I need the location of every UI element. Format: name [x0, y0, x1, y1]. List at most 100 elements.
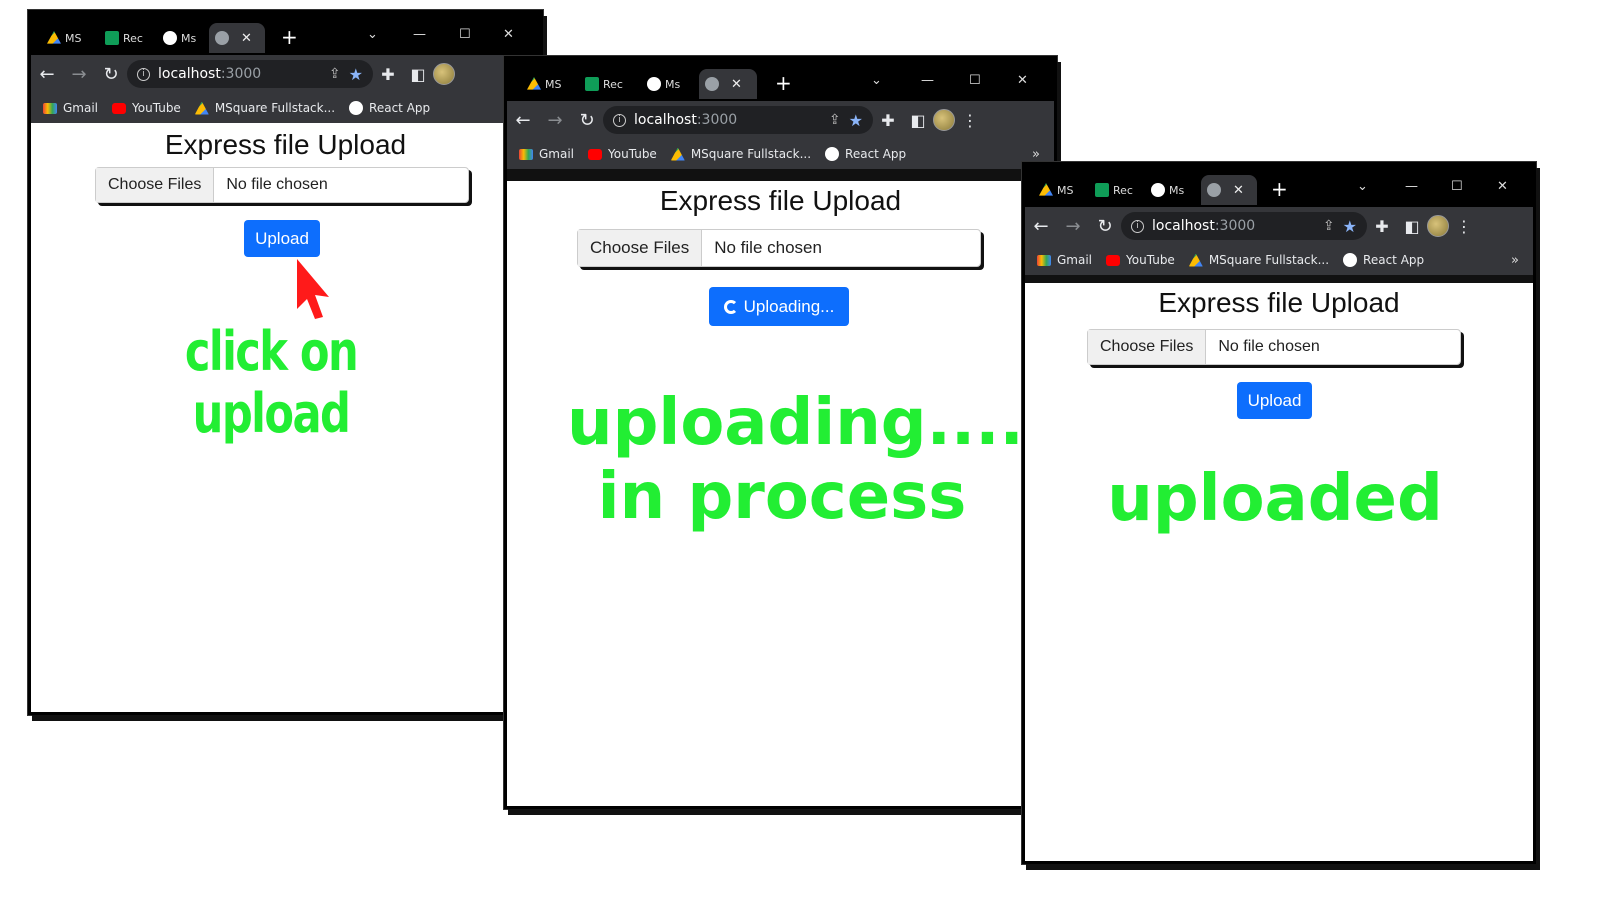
choose-files-button[interactable]: Choose Files [578, 230, 703, 266]
share-icon[interactable]: ⇪ [829, 112, 841, 128]
close-tab-icon[interactable]: ✕ [1233, 183, 1244, 198]
page-content: Express file Upload Choose Files No file… [31, 123, 540, 712]
tab-search-icon[interactable]: ⌄ [367, 27, 378, 42]
address-bar[interactable]: i localhost:3000 ⇪ ★ [603, 106, 873, 134]
bookmark-star-icon[interactable]: ★ [349, 65, 363, 84]
tab-localhost[interactable]: ✕ [1201, 175, 1257, 205]
bookmarks-bar: Gmail YouTube MSquare Fullstack... React… [31, 93, 540, 123]
side-panel-icon[interactable]: ◧ [903, 111, 933, 130]
youtube-icon [588, 148, 603, 160]
bookmark-msquare[interactable]: MSquare Fullstack... [670, 147, 811, 161]
bookmark-react-app[interactable]: React App [825, 147, 906, 161]
more-bookmarks-button[interactable]: » [1032, 147, 1040, 162]
file-status: No file chosen [1218, 338, 1320, 355]
bookmark-react-app[interactable]: React App [1343, 253, 1424, 267]
close-tab-icon[interactable]: ✕ [731, 77, 742, 92]
extensions-icon[interactable]: ✚ [873, 111, 903, 130]
maximize-icon[interactable]: ☐ [969, 73, 981, 88]
close-window-icon[interactable]: ✕ [1497, 179, 1508, 194]
tab-ms-github[interactable]: Ms [1145, 175, 1190, 205]
tab-rec[interactable]: Rec [579, 69, 629, 99]
tab-localhost[interactable]: ✕ [209, 23, 265, 53]
forward-icon[interactable]: → [1057, 216, 1089, 237]
share-icon[interactable]: ⇪ [1323, 218, 1335, 234]
file-input[interactable]: Choose Files No file chosen [1087, 329, 1461, 365]
file-input[interactable]: Choose Files No file chosen [95, 167, 469, 203]
tab-localhost[interactable]: ✕ [699, 69, 757, 99]
page-content: Express file Upload Choose Files No file… [507, 181, 1054, 806]
close-window-icon[interactable]: ✕ [503, 27, 514, 42]
bookmark-gmail[interactable]: Gmail [43, 101, 98, 115]
google-drive-icon [194, 101, 209, 115]
back-icon[interactable]: ← [31, 64, 63, 85]
site-info-icon[interactable]: i [613, 113, 626, 127]
new-tab-button[interactable]: + [1271, 177, 1288, 201]
bookmark-msquare[interactable]: MSquare Fullstack... [194, 101, 335, 115]
address-bar[interactable]: i localhost:3000 ⇪ ★ [127, 60, 373, 88]
tab-strip: MS Rec Ms ✕ + ⌄ — ☐ ✕ [507, 59, 1054, 101]
reload-icon[interactable]: ↻ [1089, 216, 1121, 237]
tab-ms[interactable]: MS [521, 69, 567, 99]
new-tab-button[interactable]: + [775, 71, 792, 95]
bookmark-msquare[interactable]: MSquare Fullstack... [1188, 253, 1329, 267]
address-bar[interactable]: i localhost:3000 ⇪ ★ [1121, 212, 1367, 240]
extensions-icon[interactable]: ✚ [373, 65, 403, 84]
profile-avatar[interactable] [933, 109, 955, 131]
google-sheets-icon [1095, 183, 1109, 197]
upload-button[interactable]: Upload [244, 220, 320, 257]
close-tab-icon[interactable]: ✕ [241, 31, 252, 46]
tab-ms[interactable]: MS [41, 23, 87, 53]
google-sheets-icon [585, 77, 599, 91]
side-panel-icon[interactable]: ◧ [403, 65, 433, 84]
bookmark-youtube[interactable]: YouTube [588, 147, 657, 161]
new-tab-button[interactable]: + [281, 25, 298, 49]
github-icon [1151, 183, 1165, 197]
back-icon[interactable]: ← [507, 110, 539, 131]
bookmark-youtube[interactable]: YouTube [1106, 253, 1175, 267]
site-info-icon[interactable]: i [1131, 219, 1144, 233]
youtube-icon [112, 102, 127, 114]
maximize-icon[interactable]: ☐ [459, 27, 471, 42]
choose-files-button[interactable]: Choose Files [96, 168, 215, 202]
extensions-icon[interactable]: ✚ [1367, 217, 1397, 236]
tab-ms-github[interactable]: Ms [641, 69, 686, 99]
minimize-icon[interactable]: — [921, 73, 934, 88]
maximize-icon[interactable]: ☐ [1451, 179, 1463, 194]
tab-search-icon[interactable]: ⌄ [1357, 179, 1368, 194]
profile-avatar[interactable] [1427, 215, 1449, 237]
bookmark-gmail[interactable]: Gmail [519, 147, 574, 161]
bookmark-react-app[interactable]: React App [349, 101, 430, 115]
menu-kebab-icon[interactable]: ⋮ [1449, 217, 1479, 236]
menu-kebab-icon[interactable]: ⋮ [955, 111, 985, 130]
forward-icon[interactable]: → [63, 64, 95, 85]
bookmarks-bar: Gmail YouTube MSquare Fullstack... React… [1025, 245, 1533, 275]
reload-icon[interactable]: ↻ [95, 64, 127, 85]
bookmark-gmail[interactable]: Gmail [1037, 253, 1092, 267]
side-panel-icon[interactable]: ◧ [1397, 217, 1427, 236]
site-info-icon[interactable]: i [137, 67, 150, 81]
tab-rec[interactable]: Rec [1089, 175, 1139, 205]
mouse-cursor-icon [297, 259, 329, 319]
gmail-icon [519, 148, 533, 160]
bookmark-youtube[interactable]: YouTube [112, 101, 181, 115]
share-icon[interactable]: ⇪ [329, 66, 341, 82]
uploading-button[interactable]: Uploading... [709, 287, 849, 326]
toolbar: ← → ↻ i localhost:3000 ⇪ ★ ✚ ◧ [31, 55, 540, 93]
forward-icon[interactable]: → [539, 110, 571, 131]
tab-ms-github[interactable]: Ms [157, 23, 202, 53]
reload-icon[interactable]: ↻ [571, 110, 603, 131]
minimize-icon[interactable]: — [413, 27, 426, 42]
tab-ms[interactable]: MS [1033, 175, 1079, 205]
more-bookmarks-button[interactable]: » [1511, 253, 1519, 268]
profile-avatar[interactable] [433, 63, 455, 85]
upload-button[interactable]: Upload [1237, 382, 1312, 419]
tab-search-icon[interactable]: ⌄ [871, 73, 882, 88]
choose-files-button[interactable]: Choose Files [1088, 330, 1207, 364]
close-window-icon[interactable]: ✕ [1017, 73, 1028, 88]
bookmark-star-icon[interactable]: ★ [1343, 217, 1357, 236]
tab-rec[interactable]: Rec [99, 23, 149, 53]
bookmark-star-icon[interactable]: ★ [849, 111, 863, 130]
minimize-icon[interactable]: — [1405, 179, 1418, 194]
back-icon[interactable]: ← [1025, 216, 1057, 237]
file-input[interactable]: Choose Files No file chosen [577, 229, 981, 267]
